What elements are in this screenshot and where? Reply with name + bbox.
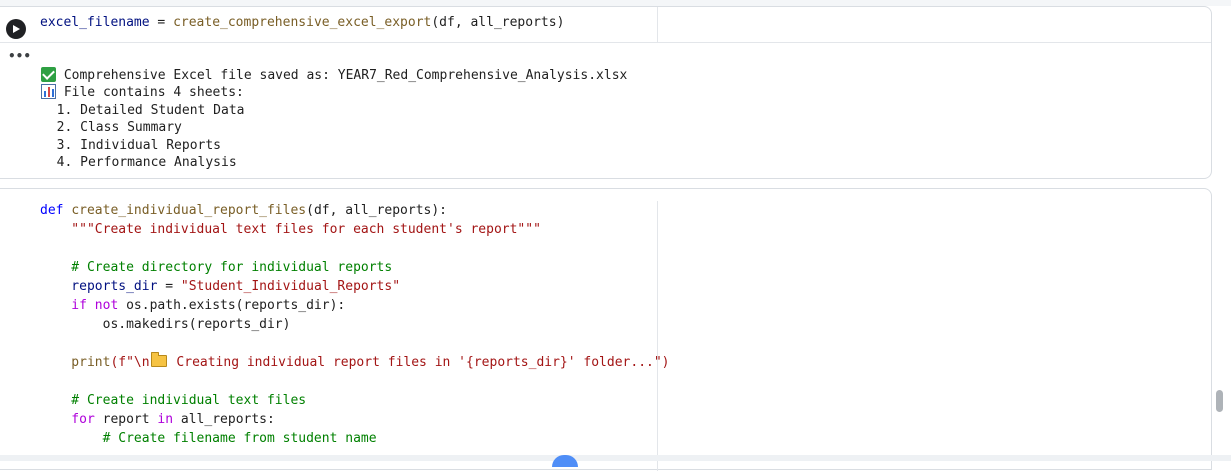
keyword: in [157, 412, 174, 427]
sheet-list-item: 2. Class Summary [41, 120, 182, 135]
code-line[interactable]: if not os.path.exists(reports_dir): [40, 296, 345, 315]
output-menu-button[interactable]: ••• [8, 50, 31, 62]
function-name: create_individual_report_files [71, 203, 307, 218]
operator: = [157, 279, 181, 294]
function-call: create_comprehensive_excel_export [173, 15, 432, 30]
code-line[interactable]: """Create individual text files for each… [40, 220, 541, 239]
bottom-bar [0, 455, 1231, 461]
output-line-saved: Comprehensive Excel file saved as: YEAR7… [41, 67, 627, 84]
code-line[interactable]: # Create directory for individual report… [40, 258, 392, 277]
output-text: Comprehensive Excel file saved as: YEAR7… [63, 68, 628, 83]
sheet-list-item: 4. Performance Analysis [41, 155, 237, 170]
line-length-ruler [657, 7, 658, 42]
output-separator [0, 42, 1211, 43]
expression: os.path.exists(reports_dir): [118, 298, 346, 313]
arguments: (df, all_reports) [431, 15, 565, 30]
code-cell-2[interactable]: def create_individual_report_files(df, a… [0, 188, 1212, 471]
string: (f"\n [110, 355, 150, 370]
variable: excel_filename [40, 15, 150, 30]
string: "Student_Individual_Reports" [180, 279, 401, 294]
function-call: print [40, 355, 111, 370]
code-line[interactable]: print(f"\n Creating individual report fi… [40, 352, 670, 372]
expression: report [94, 412, 158, 427]
run-cell-button[interactable] [6, 19, 26, 39]
output-text: File contains 4 sheets: [63, 85, 244, 100]
code-line[interactable]: def create_individual_report_files(df, a… [40, 201, 447, 220]
keyword: if not [40, 298, 119, 313]
keyword: def [40, 203, 64, 218]
code-line[interactable]: excel_filename = create_comprehensive_ex… [40, 13, 564, 32]
code-line[interactable]: for report in all_reports: [40, 410, 275, 429]
variable: reports_dir [40, 279, 158, 294]
arguments: (df, all_reports): [306, 203, 448, 218]
code-cell-1[interactable]: excel_filename = create_comprehensive_ex… [0, 6, 1212, 179]
code-line[interactable]: reports_dir = "Student_Individual_Report… [40, 277, 400, 296]
run-icon [13, 25, 20, 33]
code-line[interactable]: # Create filename from student name [40, 429, 377, 448]
sheet-list-item: 1. Detailed Student Data [41, 103, 245, 118]
sheet-list-item: 3. Individual Reports [41, 138, 222, 153]
scrollbar-thumb[interactable] [1216, 390, 1223, 412]
line-length-ruler [657, 201, 658, 471]
check-icon [41, 67, 56, 82]
string: Creating individual report files in '{re… [168, 355, 670, 370]
keyword: for [40, 412, 95, 427]
code-line[interactable]: # Create individual text files [40, 391, 306, 410]
operator: = [149, 15, 174, 30]
folder-icon [150, 352, 167, 367]
code-line[interactable]: os.makedirs(reports_dir) [40, 315, 291, 334]
expression: all_reports: [173, 412, 275, 427]
bar-chart-icon [41, 84, 56, 99]
output-line-sheets: File contains 4 sheets: [41, 84, 244, 101]
